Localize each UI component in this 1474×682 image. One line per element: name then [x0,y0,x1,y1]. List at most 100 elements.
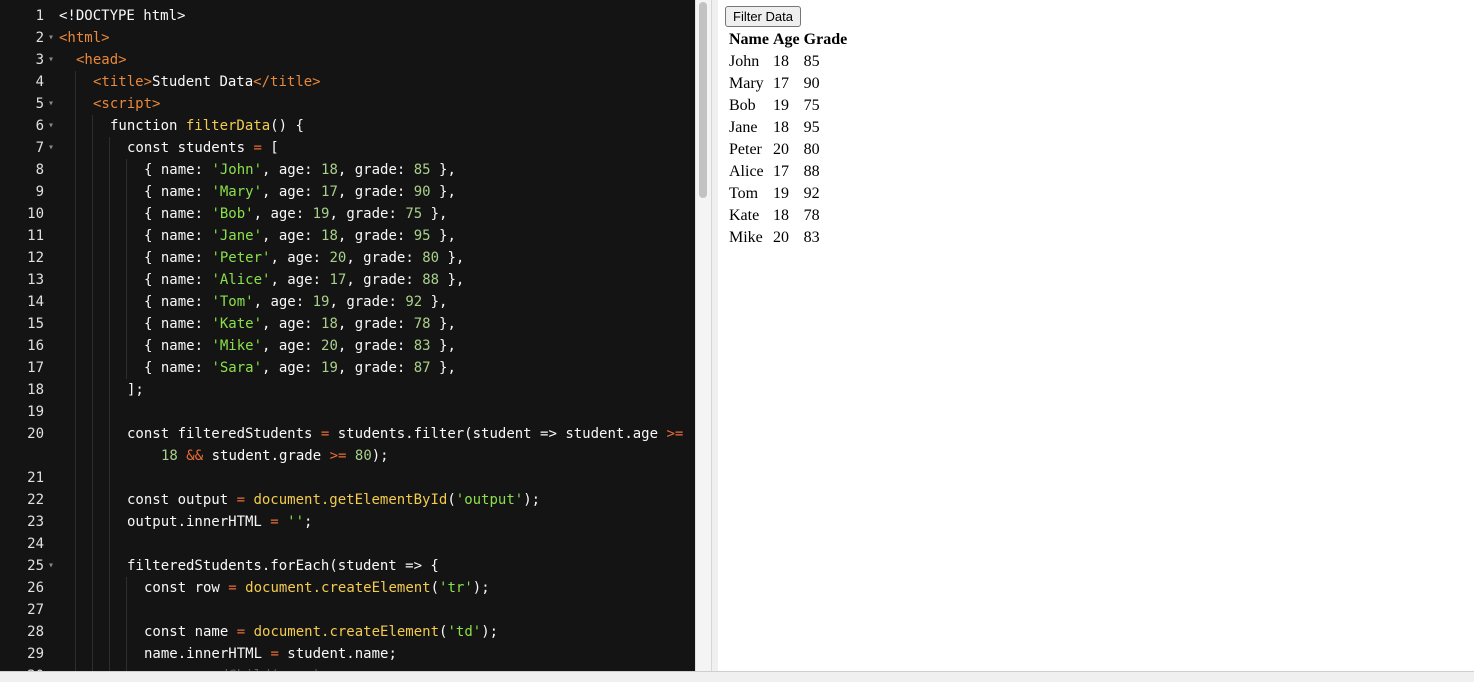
line-number: 19 [27,404,44,420]
cell-name: Mary [729,75,764,92]
fold-toggle-icon[interactable]: ▾ [44,115,58,137]
table-row: Kate 18 78 [728,206,848,226]
code-text: <head> [58,49,695,71]
code-line: 9 { name: 'Mary', age: 17, grade: 90 }, [0,181,695,203]
code-token: function [110,118,186,134]
code-text: const filteredStudents = students.filter… [58,423,695,467]
code-token: 92 [405,294,423,310]
code-token: , age: [270,250,330,266]
header-age: Age [772,31,800,48]
code-token: 18 [161,448,178,464]
line-number: 22 [27,492,44,508]
line-number: 5 [35,96,44,112]
code-token: }, [439,250,465,266]
indent-guide [75,423,76,467]
code-token: students.filter(student => student.age [329,426,667,442]
indent-guide [126,357,127,379]
code-token: = [236,492,246,508]
indent-guide [75,269,76,291]
code-token: 75 [405,206,423,222]
code-token: 19 [312,206,330,222]
indent-guide [126,313,127,335]
code-line: 8 { name: 'John', age: 18, grade: 85 }, [0,159,695,181]
fold-toggle-icon[interactable]: ▾ [44,49,58,71]
indent-guide [126,269,127,291]
cell-age: 18 [772,119,789,136]
code-token: Student Data [152,74,254,90]
filter-data-button[interactable]: Filter Data [725,6,801,27]
code-line: 24 [0,533,695,555]
cell-age: 17 [772,75,789,92]
code-token: <head> [76,52,127,68]
code-token: ( [447,492,456,508]
line-number: 17 [27,360,44,376]
indent-guide [92,599,93,621]
indent-guide [109,247,110,269]
code-text: const name = document.createElement('td'… [58,621,695,643]
cell-grade: 88 [803,163,820,180]
code-token: 85 [413,162,431,178]
code-token: { name: [144,250,212,266]
code-token: }, [430,360,456,376]
code-token: 'td' [447,624,482,640]
code-text: { name: 'Jane', age: 18, grade: 95 }, [58,225,695,247]
table-row: Tom 19 92 [728,184,848,204]
fold-toggle-icon[interactable]: ▾ [44,137,58,159]
line-number: 4 [35,74,44,90]
indent-guide [109,335,110,357]
code-token: <!DOCTYPE html> [59,8,186,24]
code-token: 'Mike' [211,338,263,354]
cell-name: Bob [729,97,756,114]
indent-guide [126,181,127,203]
code-token: { name: [144,294,212,310]
code-token: , age: [262,338,322,354]
code-token: 'Peter' [211,250,271,266]
indent-guide [109,511,110,533]
code-line: 2 ▾ <html> [0,27,695,49]
cell-age: 19 [772,97,789,114]
code-token: 90 [413,184,431,200]
cell-name: Kate [729,207,760,224]
line-number: 9 [35,184,44,200]
indent-guide [109,555,110,577]
code-token: student.name; [278,646,397,662]
code-token: , age: [262,184,322,200]
indent-guide [109,401,110,423]
code-token: , age: [253,206,313,222]
indent-guide [92,423,93,467]
code-token: 'tr' [439,580,473,596]
code-token: }, [439,272,465,288]
indent-guide [75,115,76,137]
code-text: { name: 'Tom', age: 19, grade: 92 }, [58,291,695,313]
code-token: 'Bob' [211,206,254,222]
editor-scrollbar[interactable] [695,0,711,671]
table-row: John 18 85 [728,52,848,72]
code-token: = [236,624,246,640]
code-token: 'output' [455,492,524,508]
bottom-scroll-strip [0,671,1474,682]
code-token: }, [430,184,456,200]
cell-name: Peter [729,141,762,158]
code-line: 4 <title>Student Data</title> [0,71,695,93]
cell-grade: 78 [803,207,820,224]
code-line: 22 const output = document.getElementById… [0,489,695,511]
fold-toggle-icon[interactable]: ▾ [44,27,58,49]
indent-guide [75,313,76,335]
code-token: , grade: [337,228,414,244]
code-text: output.innerHTML = ''; [58,511,695,533]
line-number: 25 [27,558,44,574]
fold-toggle-icon[interactable]: ▾ [44,555,58,577]
code-line: 20 const filteredStudents = students.filt… [0,423,695,467]
indent-guide [75,93,76,115]
editor-scrollbar-thumb[interactable] [699,2,707,198]
table-row: Peter 20 80 [728,140,848,160]
code-editor[interactable]: 1 <!DOCTYPE html> 2 ▾ <html> 3 ▾ <head> 4 <title>… [0,0,695,671]
indent-guide [75,467,76,489]
line-number: 24 [27,536,44,552]
cell-grade: 75 [803,97,820,114]
fold-toggle-icon[interactable]: ▾ [44,93,58,115]
